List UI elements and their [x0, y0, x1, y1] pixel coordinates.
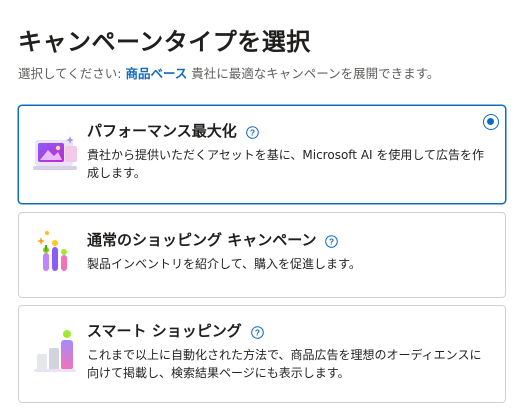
option-card-smart-shopping[interactable]: スマート ショッピング ? これまで以上に自動化された方法で、商品広告を理想のオ… — [18, 305, 506, 403]
option-title: 通常のショッピング キャンペーン ? — [87, 229, 339, 250]
help-icon[interactable]: ? — [245, 125, 259, 139]
page-title: キャンペーンタイプを選択 — [18, 28, 311, 56]
help-icon[interactable]: ? — [250, 325, 264, 339]
radio-dot — [487, 118, 494, 125]
option-title-text: 通常のショッピング キャンペーン — [87, 231, 317, 249]
page-subtitle: 選択してください: 商品ベース 貴社に最適なキャンペーンを展開できます。 — [18, 63, 439, 82]
option-description: 貴社から提供いただくアセットを基に、Microsoft AI を使用して広告を作… — [87, 148, 485, 180]
subtitle-prefix: 選択してください: — [18, 66, 126, 81]
smart-shopping-illustration-icon — [31, 324, 83, 376]
option-description: これまで以上に自動化された方法で、商品広告を理想のオーディエンスに向けて掲載し、… — [87, 348, 482, 380]
option-radio-selected[interactable] — [483, 114, 499, 130]
campaign-type-page: キャンペーンタイプを選択 選択してください: 商品ベース 貴社に最適なキャンペー… — [0, 0, 531, 415]
option-card-standard-shopping[interactable]: 通常のショッピング キャンペーン ? 製品インベントリを紹介して、購入を促進しま… — [18, 212, 506, 298]
svg-text:?: ? — [255, 328, 260, 338]
option-title: パフォーマンス最大化 ? — [87, 120, 259, 141]
performance-max-illustration-icon — [31, 126, 83, 178]
option-title: スマート ショッピング ? — [87, 320, 264, 341]
option-description: 製品インベントリを紹介して、購入を促進します。 — [87, 257, 361, 271]
subtitle-suffix: 貴社に最適なキャンペーンを展開できます。 — [187, 66, 440, 81]
standard-shopping-illustration-icon — [31, 225, 83, 277]
help-icon[interactable]: ? — [325, 234, 339, 248]
option-card-performance-max[interactable]: パフォーマンス最大化 ? 貴社から提供いただくアセットを基に、Microsoft… — [18, 105, 506, 204]
subtitle-link-product-based[interactable]: 商品ベース — [125, 66, 187, 81]
svg-text:?: ? — [329, 237, 334, 247]
option-title-text: スマート ショッピング — [87, 322, 242, 340]
option-title-text: パフォーマンス最大化 — [87, 122, 237, 140]
svg-text:?: ? — [250, 128, 255, 138]
